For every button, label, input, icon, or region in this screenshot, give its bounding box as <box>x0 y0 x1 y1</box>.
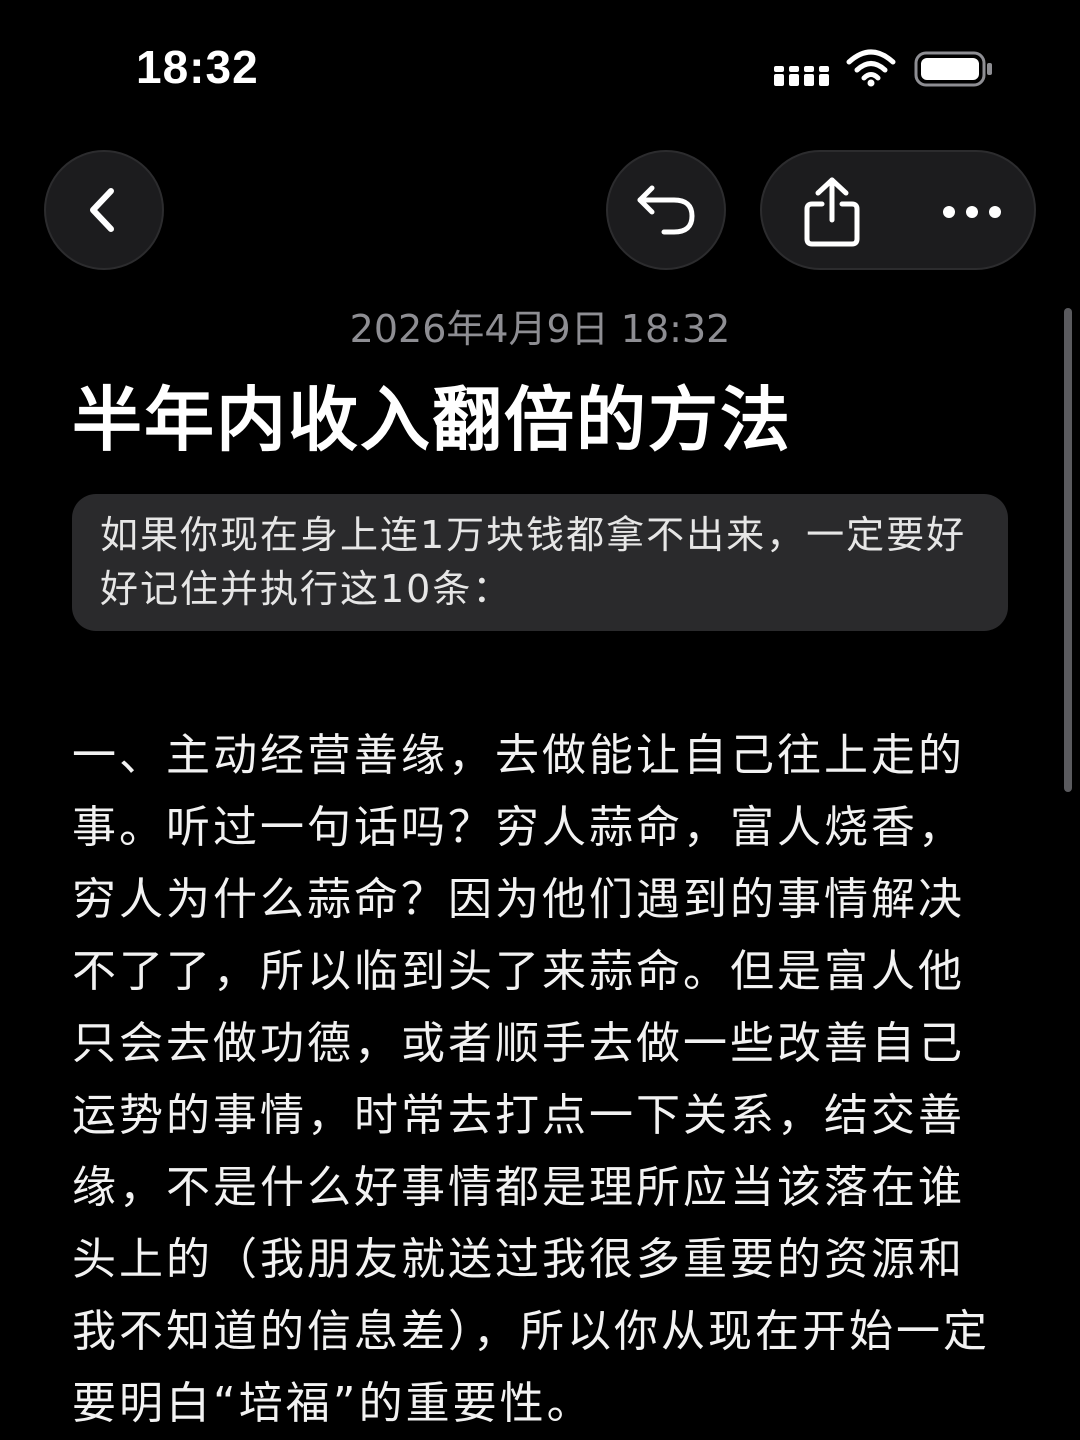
chevron-left-icon <box>90 188 114 232</box>
undo-arrow-icon <box>637 185 695 235</box>
more-options-button[interactable] <box>922 162 1022 262</box>
share-icon <box>804 177 860 247</box>
note-body-text[interactable]: 一、主动经营善缘，去做能让自己往上走的事。听过一句话吗？穷人蒜命，富人烧香，穷人… <box>72 720 1008 1440</box>
status-bar: 18:32 <box>0 0 1080 130</box>
cellular-signal-icon <box>774 66 829 86</box>
back-button[interactable] <box>44 150 164 270</box>
note-date: 2026年4月9日 18:32 <box>349 307 731 351</box>
battery-icon <box>914 51 992 87</box>
status-time: 18:32 <box>136 41 259 93</box>
undo-button[interactable] <box>606 150 726 270</box>
note-title[interactable]: 半年内收入翻倍的方法 <box>72 380 1032 460</box>
ellipsis-icon <box>943 206 1001 218</box>
wifi-icon <box>846 49 896 87</box>
scrollbar[interactable] <box>1064 308 1072 792</box>
share-button[interactable] <box>782 162 882 262</box>
action-button-group <box>760 150 1036 270</box>
note-quote-block[interactable]: 如果你现在身上连1万块钱都拿不出来，一定要好好记住并执行这10条： <box>72 494 1008 631</box>
